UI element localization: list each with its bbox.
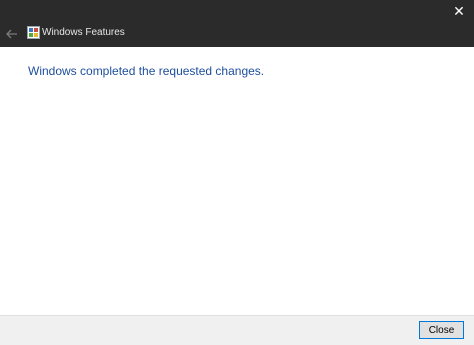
footer-bar: Close <box>0 315 474 345</box>
status-message: Windows completed the requested changes. <box>28 64 265 78</box>
close-button[interactable]: Close <box>419 321 464 339</box>
nav-title: Windows Features <box>42 27 125 38</box>
windows-features-dialog: ✕ Windows Features Windows completed the… <box>0 0 474 345</box>
navigation-bar: Windows Features <box>0 22 474 47</box>
content-area: Windows completed the requested changes. <box>0 47 474 315</box>
title-bar: ✕ <box>0 0 474 22</box>
windows-features-icon <box>27 26 40 39</box>
back-arrow-icon[interactable] <box>4 26 20 42</box>
close-icon[interactable]: ✕ <box>444 0 474 22</box>
